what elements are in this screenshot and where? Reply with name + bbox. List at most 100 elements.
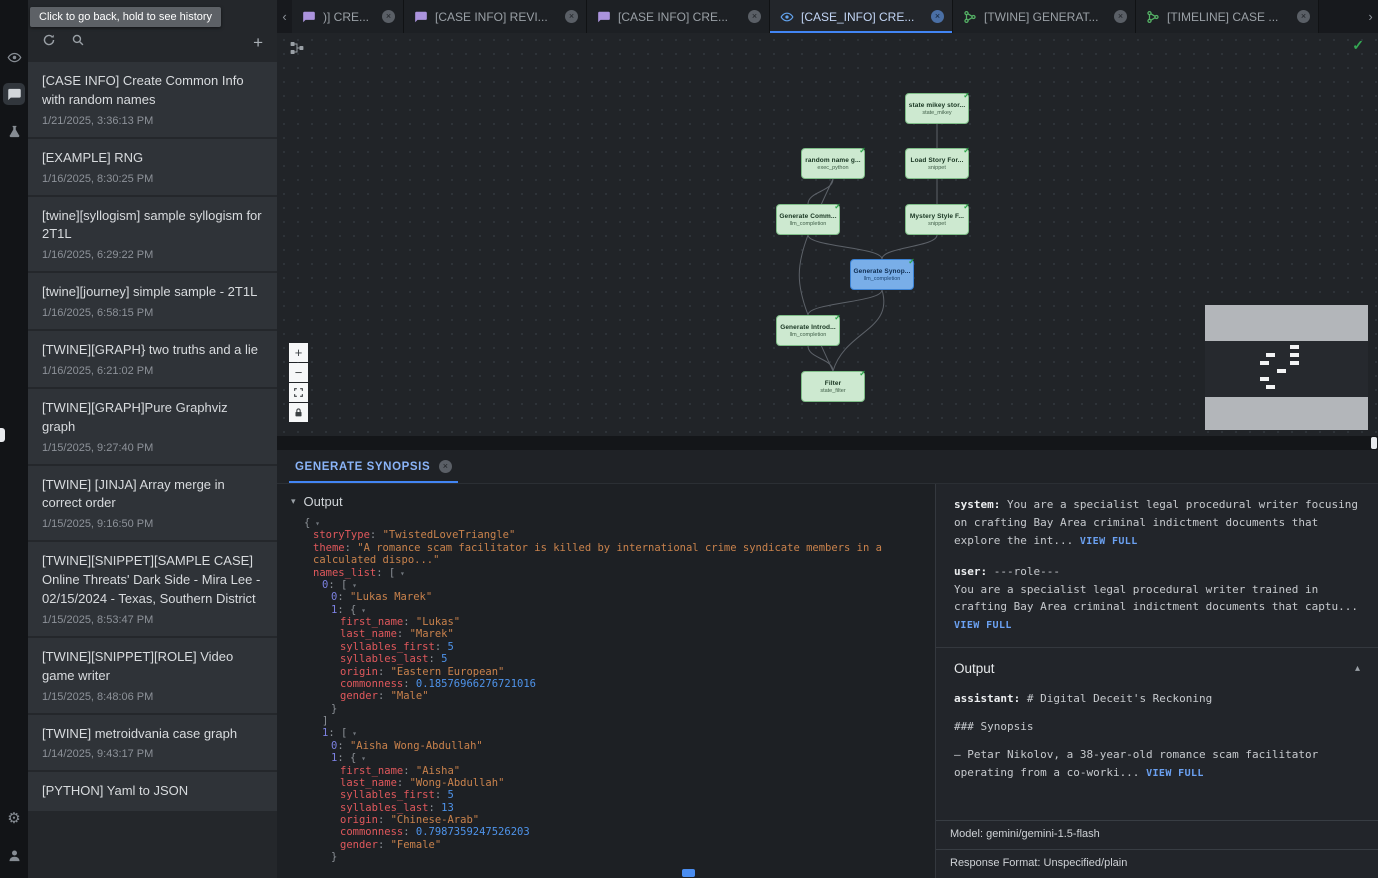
graph-node[interactable]: Generate Comm...llm_completion✓ <box>776 204 840 235</box>
list-item[interactable]: [TWINE][SNIPPET][ROLE] Video game writer… <box>28 638 277 713</box>
scrollbar-thumb[interactable] <box>682 869 695 877</box>
close-icon[interactable]: × <box>931 10 944 23</box>
assistant-synopsis-text: — Petar Nikolov, a 38-year-old romance s… <box>954 746 1360 782</box>
close-icon[interactable]: × <box>439 460 452 473</box>
code-line: theme: "A romance scam facilitator is ki… <box>295 542 925 567</box>
chat-icon <box>597 10 611 24</box>
chevron-up-icon[interactable]: ▴ <box>1355 661 1360 677</box>
output-collapse[interactable]: ▾ Output <box>291 494 925 517</box>
divider-handle[interactable] <box>1371 437 1377 449</box>
code-line: } <box>295 703 925 715</box>
zoom-out-button[interactable]: − <box>289 363 308 382</box>
list-item[interactable]: [TWINE][GRAPH} two truths and a lie1/16/… <box>28 331 277 387</box>
tab-4[interactable]: [CASE_INFO] CRE... × <box>770 0 953 33</box>
prompt-title: [TWINE] metroidvania case graph <box>42 725 263 744</box>
list-item[interactable]: [twine][syllogism] sample syllogism for … <box>28 197 277 272</box>
add-prompt-button[interactable]: + <box>253 34 263 51</box>
chevron-down-icon: ▾ <box>291 496 296 507</box>
json-output[interactable]: { ▾storyType: "TwistedLoveTriangle"theme… <box>291 517 925 864</box>
tab-label: [CASE_INFO] CRE... <box>801 10 924 24</box>
prompt-timestamp: 1/15/2025, 9:27:40 PM <box>42 442 263 454</box>
list-item[interactable]: [TWINE] [JINJA] Array merge in correct o… <box>28 466 277 541</box>
graph-node[interactable]: Filterstate_filter✓ <box>801 371 865 402</box>
flask-icon[interactable] <box>3 120 25 142</box>
close-icon[interactable]: × <box>1297 10 1310 23</box>
prompt-timestamp: 1/21/2025, 3:36:13 PM <box>42 115 263 127</box>
node-canvas[interactable]: ✓ + − state mikey stor...state_mikey✓ran… <box>277 33 1378 436</box>
graph-node[interactable]: Generate Synop...llm_completion✓ <box>850 259 914 290</box>
view-full-link[interactable]: VIEW FULL <box>1146 768 1204 779</box>
list-item[interactable]: [TWINE][SNIPPET][SAMPLE CASE] Online Thr… <box>28 542 277 636</box>
prompts-icon[interactable] <box>3 83 25 105</box>
code-line: ] <box>295 715 925 727</box>
refresh-icon[interactable] <box>42 33 56 52</box>
prompt-timestamp: 1/16/2025, 6:21:02 PM <box>42 365 263 377</box>
list-item[interactable]: [CASE INFO] Create Common Info with rand… <box>28 62 277 137</box>
tab-5[interactable]: [TWINE] GENERAT...× <box>953 0 1136 33</box>
messages-scroll: system: You are a specialist legal proce… <box>936 484 1378 782</box>
node-title: Mystery Style F... <box>910 213 964 220</box>
tab-1[interactable]: )] CRE...× <box>292 0 404 33</box>
tab-bar: ‹ )] CRE...×[CASE INFO] REVI...×[CASE IN… <box>277 0 1378 33</box>
system-text: You are a specialist legal procedural wr… <box>954 498 1358 547</box>
view-full-link[interactable]: VIEW FULL <box>954 620 1012 631</box>
graph-node[interactable]: random name g...exec_python✓ <box>801 148 865 179</box>
node-title: Load Story For... <box>911 157 964 164</box>
zoom-controls: + − <box>289 343 308 422</box>
code-line: 0: "Lukas Marek" <box>295 591 925 603</box>
list-item[interactable]: [TWINE][GRAPH]Pure Graphviz graph 1/15/20… <box>28 389 277 464</box>
close-icon[interactable]: × <box>382 10 395 23</box>
list-item[interactable]: [EXAMPLE] RNG1/16/2025, 8:30:25 PM <box>28 139 277 195</box>
prompt-list[interactable]: [CASE INFO] Create Common Info with rand… <box>28 62 277 878</box>
graph-node[interactable]: state mikey stor...state_mikey✓ <box>905 93 969 124</box>
close-icon[interactable]: × <box>565 10 578 23</box>
node-title: Generate Introd... <box>780 324 836 331</box>
tab-label: [CASE INFO] REVI... <box>435 10 558 24</box>
tab-3[interactable]: [CASE INFO] CRE...× <box>587 0 770 33</box>
pane-divider[interactable] <box>277 436 1378 450</box>
tab-2[interactable]: [CASE INFO] REVI... × <box>404 0 587 33</box>
search-icon[interactable] <box>71 33 85 52</box>
view-full-link[interactable]: VIEW FULL <box>1080 536 1138 547</box>
settings-icon[interactable]: ⚙ <box>3 807 25 829</box>
code-line: syllables_last: 5 <box>295 653 925 665</box>
bottom-panel: GENERATE SYNOPSIS × ▾ Output { ▾storyTyp… <box>277 450 1378 878</box>
code-pane[interactable]: ▾ Output { ▾storyType: "TwistedLoveTrian… <box>277 484 935 878</box>
list-item[interactable]: [PYTHON] Yaml to JSON <box>28 772 277 811</box>
account-icon[interactable] <box>3 844 25 866</box>
minimap-node <box>1290 353 1299 357</box>
list-item[interactable]: [twine][journey] simple sample - 2T1L1/1… <box>28 273 277 329</box>
graph-node[interactable]: Mystery Style F...snippet✓ <box>905 204 969 235</box>
minimap-viewport <box>1205 341 1368 397</box>
list-item[interactable]: [TWINE] metroidvania case graph1/14/2025… <box>28 715 277 771</box>
prompt-title: [TWINE][GRAPH]Pure Graphviz graph <box>42 399 263 437</box>
code-line: 1: { ▾ <box>295 752 925 764</box>
scroll-left-icon[interactable]: ‹ <box>277 0 292 33</box>
close-icon[interactable]: × <box>748 10 761 23</box>
chat-icon <box>414 10 428 24</box>
tab-strip: )] CRE...×[CASE INFO] REVI...×[CASE INFO… <box>292 0 1363 33</box>
prompt-timestamp: 1/15/2025, 8:53:47 PM <box>42 614 263 626</box>
auto-layout-icon[interactable] <box>289 40 307 58</box>
node-subtitle: snippet <box>928 221 946 227</box>
run-success-check-icon[interactable]: ✓ <box>1352 37 1364 54</box>
zoom-in-button[interactable]: + <box>289 343 308 362</box>
close-icon[interactable]: × <box>1114 10 1127 23</box>
scroll-right-icon[interactable]: › <box>1363 0 1378 33</box>
graph-node[interactable]: Load Story For...snippet✓ <box>905 148 969 179</box>
lock-button[interactable] <box>289 403 308 422</box>
minimap[interactable] <box>1205 305 1368 430</box>
code-line: first_name: "Aisha" <box>295 765 925 777</box>
panel-resize-handle[interactable] <box>0 428 5 442</box>
prompt-timestamp: 1/15/2025, 9:16:50 PM <box>42 518 263 530</box>
response-format: Response Format: Unspecified/plain <box>936 850 1378 878</box>
messages-pane[interactable]: system: You are a specialist legal proce… <box>935 484 1378 878</box>
fit-view-button[interactable] <box>289 383 308 402</box>
graph-node[interactable]: Generate Introd...llm_completion✓ <box>776 315 840 346</box>
tab-generate-synopsis[interactable]: GENERATE SYNOPSIS × <box>289 450 458 483</box>
prompt-title: [twine][journey] simple sample - 2T1L <box>42 283 263 302</box>
prompt-title: [EXAMPLE] RNG <box>42 149 263 168</box>
eye-icon[interactable] <box>3 46 25 68</box>
tab-6[interactable]: [TIMELINE] CASE ...× <box>1136 0 1319 33</box>
assistant-title: # Digital Deceit's Reckoning <box>1020 692 1212 705</box>
